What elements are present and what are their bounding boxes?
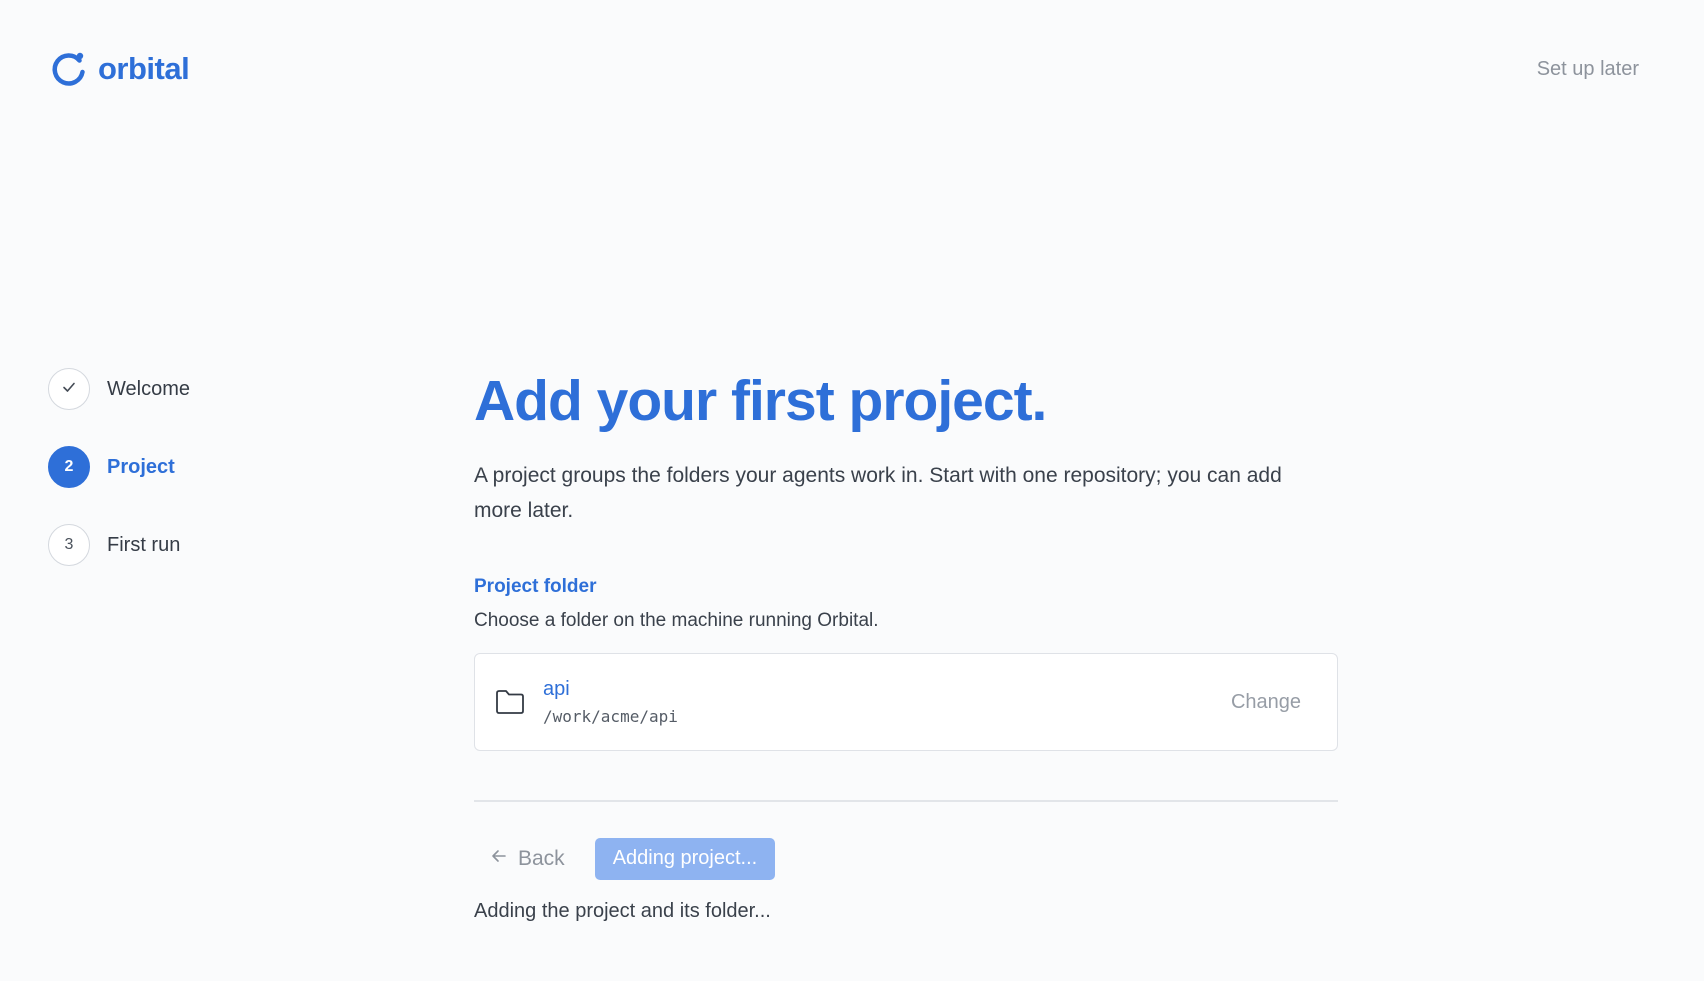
step-first-run[interactable]: 3 First run [48, 524, 190, 566]
back-button-label: Back [518, 846, 565, 870]
add-project-button[interactable]: Adding project... [594, 837, 776, 880]
step-project-label: Project [107, 455, 175, 478]
step-welcome[interactable]: Welcome [48, 368, 190, 410]
main-content: Add your first project. A project groups… [474, 366, 1338, 923]
onboarding-page: orbital Set up later Welcome 2 Project 3… [0, 0, 1704, 981]
step-project[interactable]: 2 Project [48, 446, 190, 488]
folder-name: api [543, 678, 570, 700]
arrow-left-icon [490, 847, 508, 871]
divider [474, 800, 1338, 802]
folder-details: api /work/acme/api [543, 678, 1231, 726]
project-folder-label: Project folder [474, 576, 597, 597]
step-welcome-label: Welcome [107, 377, 190, 400]
page-description: A project groups the folders your agents… [474, 464, 1282, 522]
back-button[interactable]: Back [474, 838, 581, 880]
step-welcome-marker [48, 368, 90, 410]
step-first-run-marker: 3 [48, 524, 90, 566]
folder-icon [495, 689, 525, 715]
page-title: Add your first project. [474, 369, 1047, 433]
folder-path: /work/acme/api [543, 707, 678, 726]
orbital-logo-icon [50, 50, 88, 88]
check-icon [61, 379, 77, 400]
action-bar: Back Adding project... [474, 837, 1338, 880]
brand[interactable]: orbital [50, 50, 190, 88]
step-project-marker: 2 [48, 446, 90, 488]
brand-name: orbital [98, 51, 190, 86]
step-first-run-label: First run [107, 533, 181, 556]
step-list: Welcome 2 Project 3 First run [48, 368, 190, 602]
status-message: Adding the project and its folder... [474, 899, 771, 922]
project-folder-picker[interactable]: api /work/acme/api Change [474, 653, 1338, 751]
project-folder-help: Choose a folder on the machine running O… [474, 610, 879, 631]
set-up-later-link[interactable]: Set up later [1537, 58, 1639, 81]
change-folder-button[interactable]: Change [1231, 691, 1301, 714]
